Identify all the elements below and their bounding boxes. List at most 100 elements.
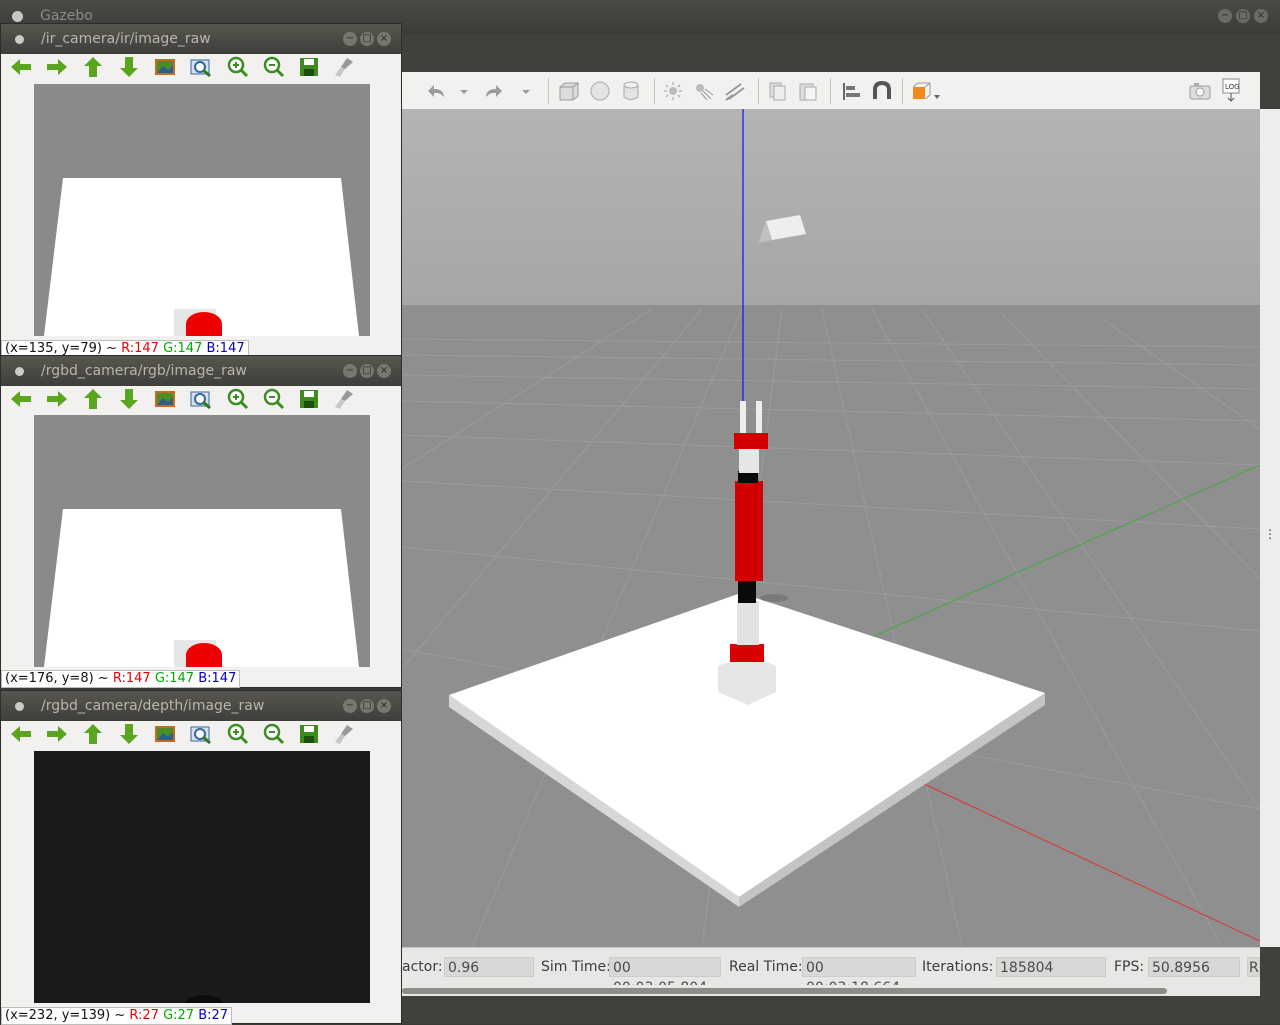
pixel-red: R:147	[121, 341, 159, 356]
zoom-out-icon[interactable]	[261, 56, 285, 78]
image-window-title-bar: /ir_camera/ir/image_raw − □ ×	[1, 24, 401, 54]
scrollbar-thumb[interactable]	[402, 988, 1167, 994]
minimize-button[interactable]: −	[343, 32, 357, 46]
sphere-shape-icon[interactable]	[588, 81, 612, 101]
image-toolbar	[1, 721, 401, 745]
clear-icon[interactable]	[333, 723, 357, 745]
fit-window-icon[interactable]	[189, 388, 213, 410]
toolbar-separator	[654, 78, 655, 104]
down-arrow-icon[interactable]	[117, 723, 141, 745]
zoom-out-icon[interactable]	[261, 388, 285, 410]
window-menu-icon[interactable]	[15, 367, 24, 376]
pixel-blue: B:27	[198, 1008, 229, 1023]
minimize-button[interactable]: −	[1218, 9, 1232, 23]
up-arrow-icon[interactable]	[81, 388, 105, 410]
maximize-button[interactable]: □	[1236, 9, 1250, 23]
align-icon[interactable]	[840, 81, 864, 101]
real-time-label: Real Time:	[729, 959, 803, 975]
zoom-in-icon[interactable]	[225, 388, 249, 410]
save-icon[interactable]	[297, 56, 321, 78]
right-panel-handle[interactable]: ⋮	[1260, 109, 1280, 947]
paste-icon[interactable]	[796, 81, 820, 101]
maximize-button[interactable]: □	[360, 364, 374, 378]
status-bar: actor: 0.96 Sim Time: 00 00:03:05.804 Re…	[402, 947, 1260, 996]
toolbar-separator	[758, 78, 759, 104]
window-menu-icon[interactable]	[15, 702, 24, 711]
zoom-in-icon[interactable]	[225, 723, 249, 745]
window-menu-icon[interactable]	[12, 11, 23, 22]
image-topic-title: /rgbd_camera/depth/image_raw	[41, 698, 265, 714]
screenshot-icon[interactable]	[1188, 81, 1212, 101]
undo-dropdown-icon[interactable]	[458, 81, 470, 101]
pixel-blue: B:147	[206, 341, 245, 356]
up-arrow-icon[interactable]	[81, 56, 105, 78]
maximize-button[interactable]: □	[360, 699, 374, 713]
point-light-icon[interactable]	[661, 81, 685, 101]
box-shape-icon[interactable]	[557, 81, 581, 101]
pixel-blue: B:147	[198, 671, 237, 686]
clear-icon[interactable]	[333, 56, 357, 78]
gazebo-toolbar: LOG	[402, 72, 1260, 110]
view-angle-icon[interactable]	[910, 81, 942, 101]
back-arrow-icon[interactable]	[9, 388, 33, 410]
panel-handle-icon[interactable]: ⋮	[1264, 527, 1276, 541]
3d-viewport[interactable]	[402, 109, 1260, 947]
close-button[interactable]: ×	[377, 32, 391, 46]
forward-arrow-icon[interactable]	[45, 388, 69, 410]
image-canvas[interactable]	[34, 415, 370, 667]
back-arrow-icon[interactable]	[9, 56, 33, 78]
log-icon[interactable]: LOG	[1220, 78, 1244, 104]
clear-icon[interactable]	[333, 388, 357, 410]
save-icon[interactable]	[297, 723, 321, 745]
close-button[interactable]: ×	[1254, 9, 1268, 23]
scene-render	[402, 109, 1260, 947]
image-canvas[interactable]	[34, 84, 370, 336]
undo-icon[interactable]	[422, 81, 448, 101]
fit-window-icon[interactable]	[189, 723, 213, 745]
image-window-title-bar: /rgbd_camera/rgb/image_raw − □ ×	[1, 356, 401, 386]
depth-image	[34, 751, 370, 1003]
close-button[interactable]: ×	[377, 699, 391, 713]
spot-light-icon[interactable]	[692, 81, 716, 101]
fit-window-icon[interactable]	[189, 56, 213, 78]
zoom-out-icon[interactable]	[261, 723, 285, 745]
directional-light-icon[interactable]	[723, 81, 747, 101]
image-toolbar	[1, 386, 401, 410]
image-window-rgb: /rgbd_camera/rgb/image_raw − □ × (x=176, y…	[0, 355, 402, 688]
forward-arrow-icon[interactable]	[45, 56, 69, 78]
window-menu-icon[interactable]	[15, 35, 24, 44]
down-arrow-icon[interactable]	[117, 388, 141, 410]
copy-icon[interactable]	[766, 81, 790, 101]
reset-time-button[interactable]: R	[1247, 957, 1260, 977]
image-canvas[interactable]	[34, 751, 370, 1003]
back-arrow-icon[interactable]	[9, 723, 33, 745]
cylinder-shape-icon[interactable]	[619, 81, 643, 101]
toolbar-separator	[902, 78, 903, 104]
save-image-icon[interactable]	[153, 388, 177, 410]
horizontal-scrollbar[interactable]	[402, 985, 1260, 996]
maximize-button[interactable]: □	[360, 32, 374, 46]
pixel-coords: (x=135, y=79) ~	[5, 341, 117, 356]
snap-icon[interactable]	[870, 81, 894, 101]
up-arrow-icon[interactable]	[81, 723, 105, 745]
save-image-icon[interactable]	[153, 56, 177, 78]
svg-text:LOG: LOG	[1225, 83, 1240, 91]
forward-arrow-icon[interactable]	[45, 723, 69, 745]
fps-value: 50.8956	[1148, 957, 1240, 977]
redo-icon[interactable]	[482, 81, 508, 101]
pixel-readout: (x=232, y=139) ~ R:27 G:27 B:27	[1, 1007, 233, 1025]
save-image-icon[interactable]	[153, 723, 177, 745]
real-time-factor-label: actor:	[402, 959, 443, 975]
minimize-button[interactable]: −	[343, 699, 357, 713]
zoom-in-icon[interactable]	[225, 56, 249, 78]
image-topic-title: /ir_camera/ir/image_raw	[41, 31, 211, 47]
window-title: Gazebo	[40, 8, 93, 24]
save-icon[interactable]	[297, 388, 321, 410]
minimize-button[interactable]: −	[343, 364, 357, 378]
close-button[interactable]: ×	[377, 364, 391, 378]
sim-time-label: Sim Time:	[541, 959, 611, 975]
redo-dropdown-icon[interactable]	[520, 81, 532, 101]
pixel-green: G:147	[163, 341, 203, 356]
down-arrow-icon[interactable]	[117, 56, 141, 78]
toolbar-separator	[830, 78, 831, 104]
